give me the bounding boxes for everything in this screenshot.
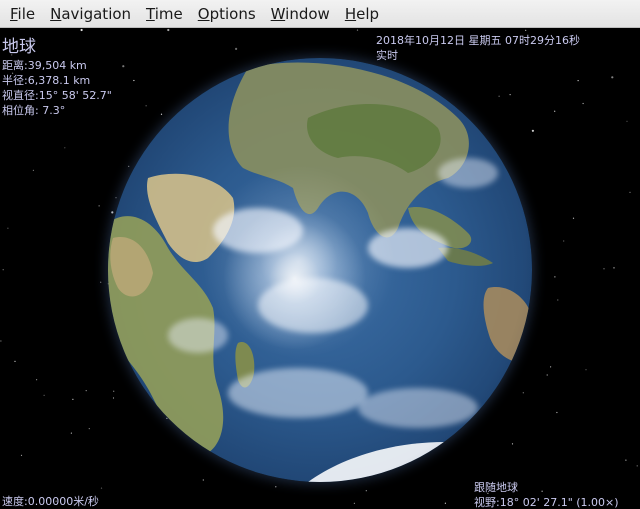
menu-navigation-mnemonic: N — [50, 4, 62, 23]
menu-help[interactable]: Help — [339, 0, 385, 28]
star — [43, 394, 45, 396]
star — [85, 390, 87, 392]
distance-text: 距离:39,504 km — [2, 59, 87, 72]
star — [557, 299, 559, 301]
star — [636, 465, 638, 467]
star — [550, 366, 552, 368]
menu-options-mnemonic: O — [197, 4, 210, 23]
menu-time-mnemonic: T — [146, 4, 155, 23]
star — [145, 105, 147, 107]
menu-file-label: ile — [17, 4, 36, 23]
star — [522, 392, 524, 394]
star — [613, 267, 615, 269]
star — [20, 454, 23, 456]
star — [509, 94, 511, 96]
earth-globe[interactable] — [108, 58, 532, 482]
star — [167, 28, 170, 32]
star — [100, 281, 102, 283]
star — [0, 340, 2, 342]
star — [572, 217, 575, 219]
star — [626, 120, 628, 122]
star — [444, 502, 446, 504]
time-info: 2018年10月12日 星期五 07时29分16秒 实时 — [376, 33, 580, 63]
menu-navigation[interactable]: Navigation — [44, 0, 137, 28]
time-mode-text: 实时 — [376, 49, 398, 62]
star — [128, 165, 130, 167]
star — [356, 29, 359, 31]
menu-time-label: ime — [154, 4, 183, 23]
apparent-diameter-text: 视直径:15° 58' 52.7" — [2, 89, 112, 102]
star — [582, 102, 584, 105]
menu-time[interactable]: Time — [140, 0, 189, 28]
star — [531, 129, 535, 132]
menu-help-label: elp — [356, 4, 380, 23]
star — [160, 113, 163, 115]
star — [80, 28, 83, 32]
selected-body-name: 地球 — [2, 37, 36, 57]
fov-text: 视野:18° 02' 27.1" (1.00×) — [474, 496, 619, 509]
star — [629, 191, 631, 193]
star — [72, 398, 74, 400]
phase-angle-text: 相位角: 7.3° — [2, 104, 66, 117]
tracking-info: 跟随地球 视野:18° 02' 27.1" (1.00×) — [474, 480, 619, 509]
star — [36, 379, 38, 381]
star — [122, 65, 125, 68]
star — [563, 240, 565, 242]
star — [577, 80, 579, 82]
star — [546, 374, 548, 376]
speed-text: 速度:0.00000米/秒 — [2, 495, 99, 508]
menu-window-mnemonic: W — [270, 4, 286, 23]
star — [603, 268, 605, 270]
star — [14, 360, 16, 362]
star — [112, 397, 115, 399]
star — [554, 276, 556, 278]
radius-text: 半径:6,378.1 km — [2, 74, 91, 87]
star — [235, 47, 238, 50]
datetime-text: 2018年10月12日 星期五 07时29分16秒 — [376, 34, 580, 47]
menu-file-mnemonic: F — [10, 4, 18, 23]
menu-bar: File Navigation Time Options Window Help — [0, 0, 640, 28]
star — [111, 211, 114, 214]
star — [365, 490, 367, 492]
star — [98, 205, 100, 207]
star — [64, 147, 66, 149]
star — [2, 269, 4, 271]
star — [70, 432, 72, 434]
menu-options[interactable]: Options — [192, 0, 262, 28]
star — [88, 428, 90, 430]
star — [625, 459, 627, 461]
menu-options-label: ptions — [209, 4, 256, 23]
menu-navigation-label: avigation — [61, 4, 132, 23]
star — [32, 169, 35, 171]
star — [525, 29, 527, 31]
star — [611, 76, 614, 79]
menu-window[interactable]: Window — [265, 0, 336, 28]
star — [556, 411, 558, 414]
star — [113, 390, 115, 392]
selection-info: 距离:39,504 km 半径:6,378.1 km 视直径:15° 58' 5… — [2, 58, 112, 118]
star — [202, 479, 204, 481]
tracking-text: 跟随地球 — [474, 481, 518, 494]
star — [585, 369, 587, 371]
star — [133, 79, 135, 82]
menu-help-mnemonic: H — [344, 4, 357, 23]
star — [7, 227, 9, 229]
celestia-window: File Navigation Time Options Window Help — [0, 0, 640, 509]
star — [100, 487, 103, 489]
star — [353, 502, 355, 504]
star — [498, 95, 500, 97]
star — [115, 197, 117, 199]
star — [554, 110, 556, 112]
earth-shading — [108, 58, 532, 482]
star — [511, 443, 514, 445]
menu-window-label: indow — [285, 4, 330, 23]
menu-file[interactable]: File — [4, 0, 41, 28]
star — [275, 486, 277, 488]
